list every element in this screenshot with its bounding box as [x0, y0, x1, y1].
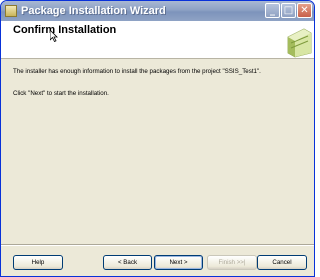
- back-button[interactable]: < Back: [103, 255, 152, 270]
- mouse-cursor-icon: [50, 30, 58, 42]
- maximize-button[interactable]: □: [281, 3, 296, 18]
- wizard-header: Confirm Installation: [1, 21, 314, 59]
- minimize-button[interactable]: _: [265, 3, 280, 18]
- package-graphic-icon: [282, 23, 312, 58]
- finish-button[interactable]: Finish >>|: [207, 255, 257, 270]
- page-title: Confirm Installation: [13, 24, 117, 36]
- title-bar[interactable]: Package Installation Wizard _ □ ✕: [1, 1, 314, 21]
- close-button[interactable]: ✕: [297, 3, 312, 18]
- instruction-text: Click "Next" to start the installation.: [13, 90, 109, 97]
- wizard-window: Package Installation Wizard _ □ ✕ Confir…: [0, 0, 315, 277]
- button-separator: [1, 244, 314, 246]
- package-app-icon: [5, 5, 17, 17]
- wizard-content: The installer has enough information to …: [1, 59, 314, 244]
- window-title: Package Installation Wizard: [21, 5, 166, 17]
- info-text: The installer has enough information to …: [13, 68, 261, 75]
- next-button[interactable]: Next >: [154, 255, 203, 270]
- help-button[interactable]: Help: [13, 255, 63, 270]
- cancel-button[interactable]: Cancel: [257, 255, 307, 270]
